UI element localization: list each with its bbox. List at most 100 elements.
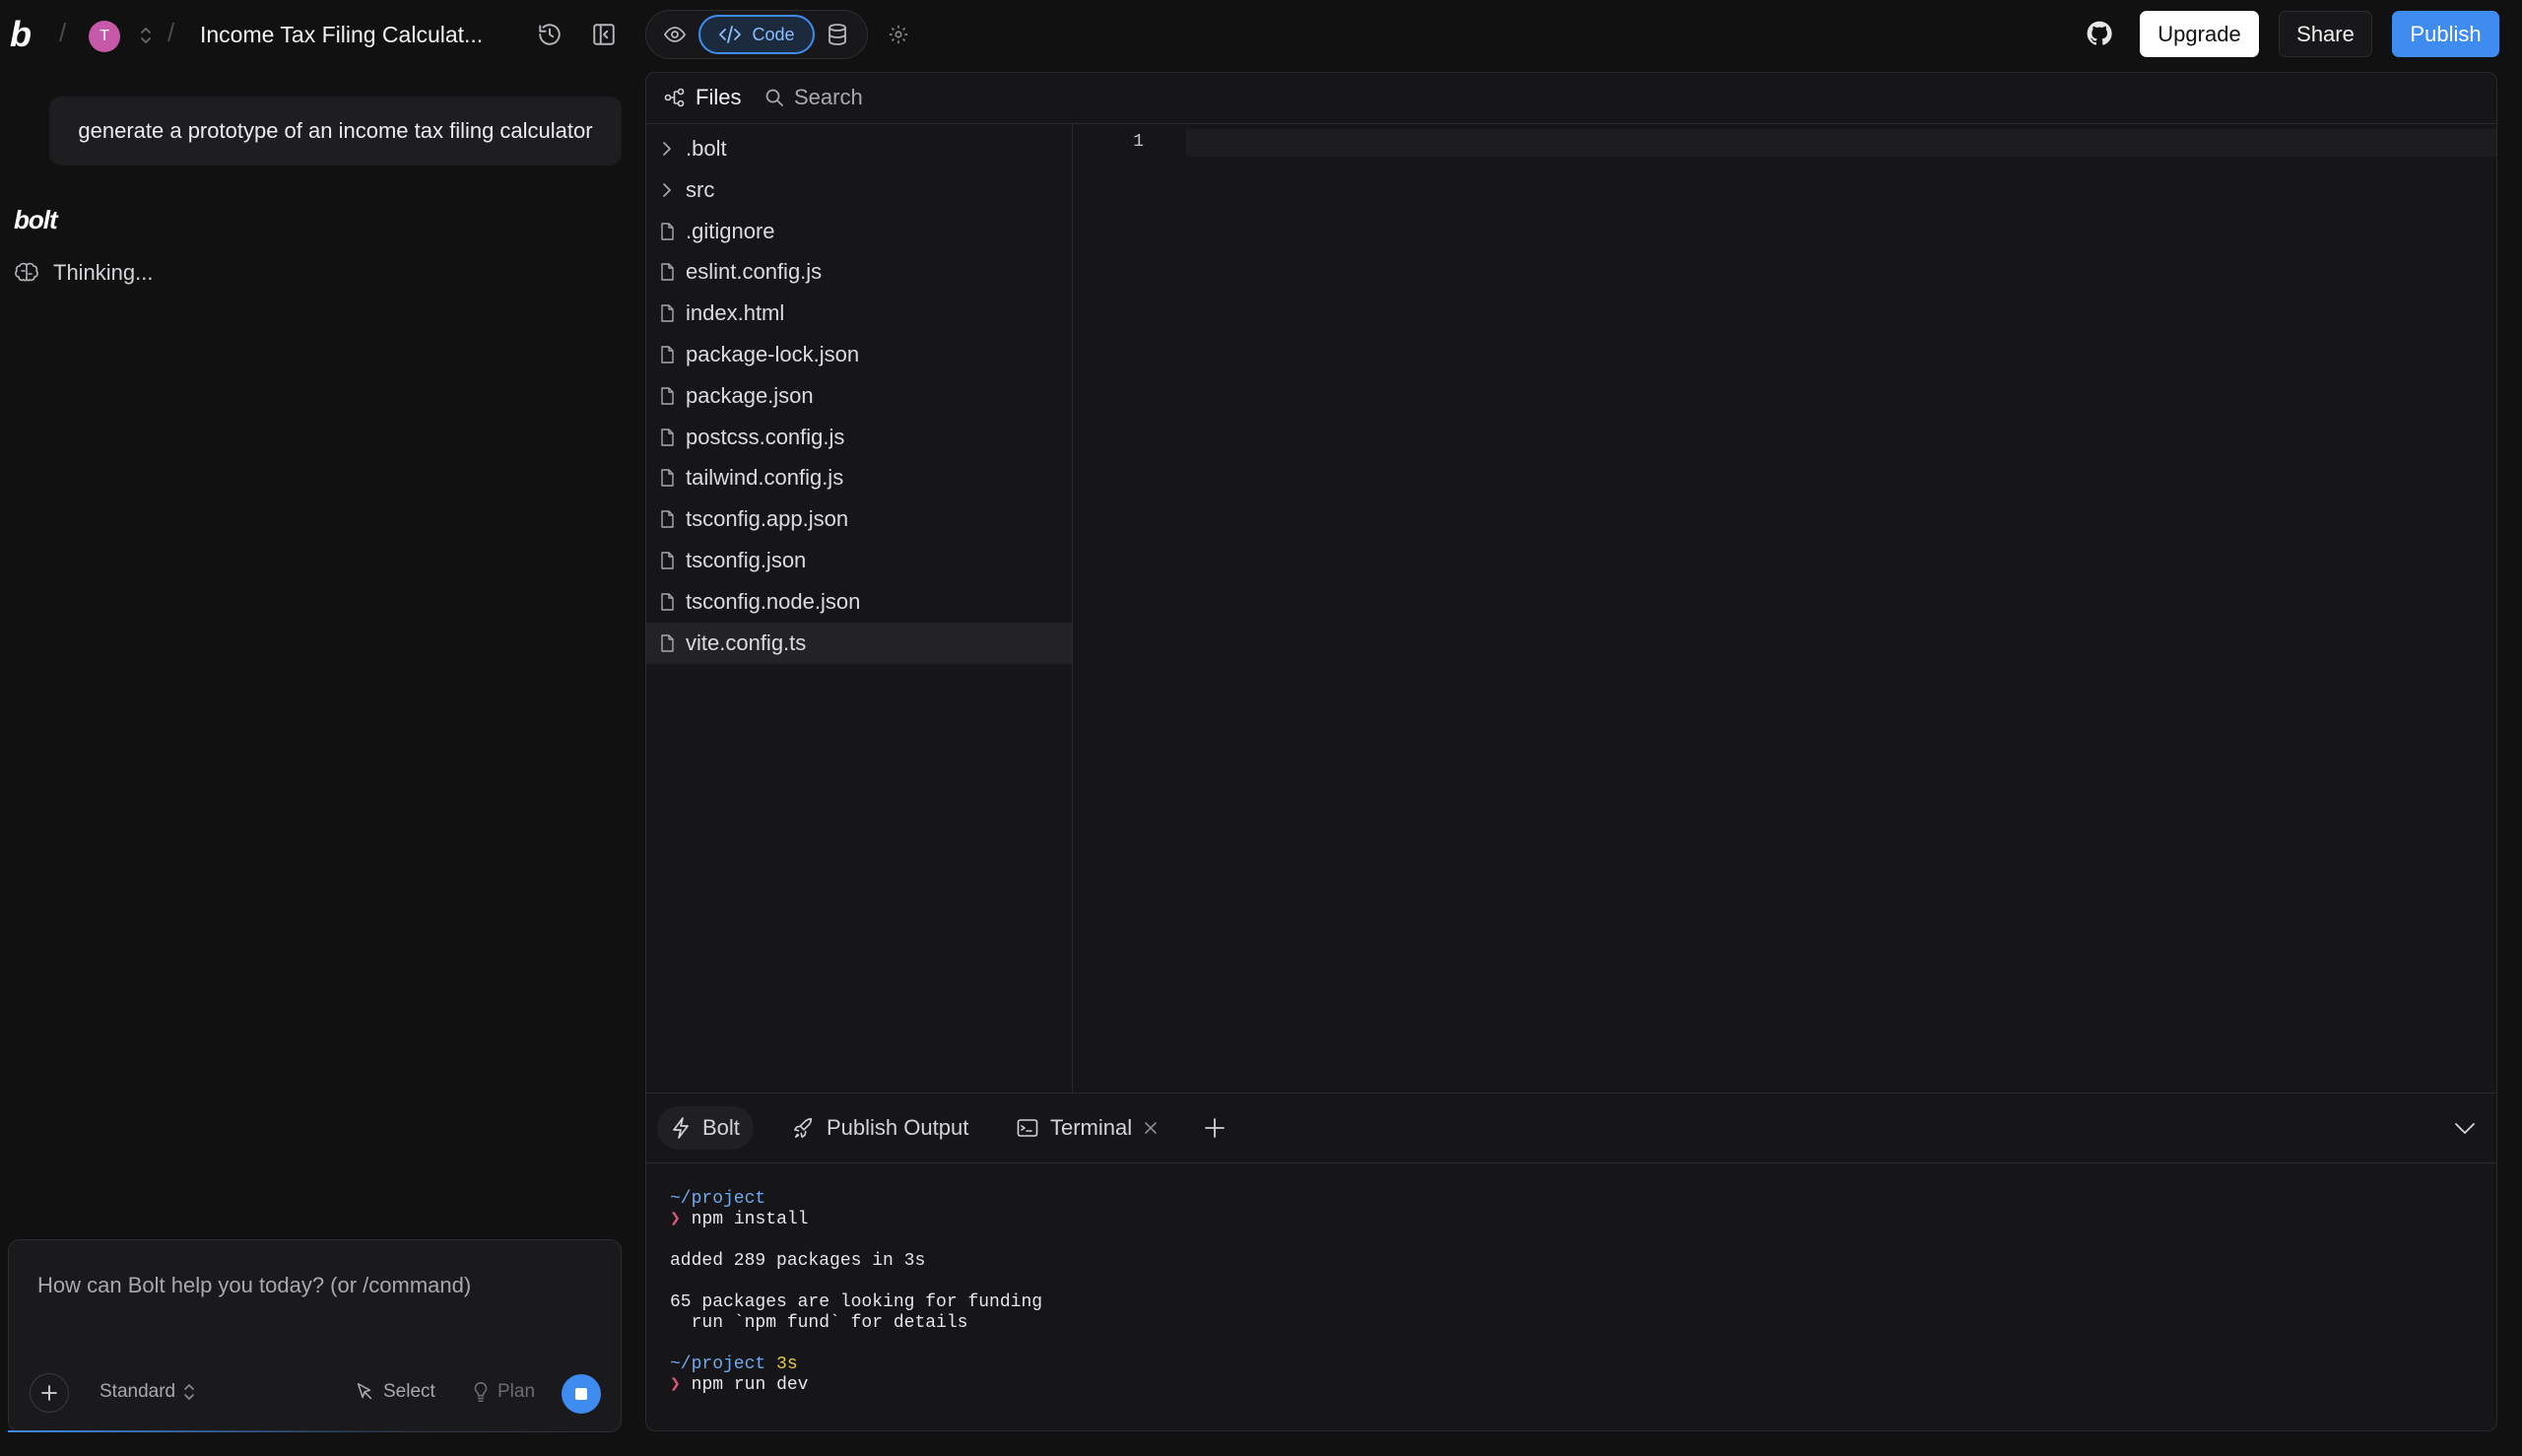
prompt-input[interactable] [37,1271,589,1300]
chevron-right-icon [663,182,671,197]
composer-accent-line [8,1430,622,1432]
terminal-command: npm run dev [691,1375,809,1395]
tree-file[interactable]: package-lock.json [646,334,1072,375]
terminal-duration: 3s [776,1355,798,1374]
tab-search-label: Search [794,85,863,109]
tree-folder[interactable]: src [646,169,1072,211]
plan-button[interactable]: Plan [472,1381,535,1403]
plan-label: Plan [498,1381,536,1402]
breadcrumb-separator: / [167,18,175,47]
terminal-line: run `npm fund` for details [670,1313,968,1333]
terminal-icon [1017,1119,1038,1137]
terminal-command: npm install [691,1210,809,1229]
tree-file[interactable]: tsconfig.node.json [646,581,1072,623]
file-icon [661,222,674,240]
terminal-prompt: ❯ [670,1210,681,1229]
tab-bolt-label: Bolt [702,1115,740,1140]
tree-file[interactable]: postcss.config.js [646,417,1072,458]
file-icon [661,387,674,405]
tree-folder[interactable]: .bolt [646,128,1072,169]
tree-item-label: tsconfig.app.json [686,506,849,532]
close-icon[interactable] [1144,1121,1158,1135]
share-button[interactable]: Share [2279,11,2372,57]
brain-icon [15,262,38,282]
stop-icon [575,1388,587,1400]
code-view-label: Code [752,24,795,44]
terminal-path: ~/project [670,1189,766,1209]
line-number: 1 [1133,132,1144,152]
select-label: Select [383,1381,435,1402]
search-icon [765,89,783,106]
new-terminal-button[interactable] [1199,1112,1230,1144]
mode-selector[interactable]: Standard [100,1381,195,1403]
terminal-path: ~/project [670,1355,766,1374]
tree-item-label: postcss.config.js [686,424,845,449]
tab-publish-output[interactable]: Publish Output [779,1106,982,1150]
stop-generation-button[interactable] [562,1374,601,1414]
tab-terminal-label: Terminal [1050,1115,1133,1140]
tab-files[interactable]: Files [664,85,741,110]
file-tree-icon [664,88,685,107]
history-icon[interactable] [534,19,565,50]
tree-file[interactable]: vite.config.ts [646,622,1072,664]
tree-file[interactable]: package.json [646,375,1072,417]
publish-button[interactable]: Publish [2392,11,2499,57]
tree-item-label: tsconfig.node.json [686,588,861,614]
upgrade-button[interactable]: Upgrade [2140,11,2259,57]
mode-label: Standard [100,1381,176,1402]
bolt-logo-icon[interactable]: b [10,18,41,53]
tab-bolt[interactable]: Bolt [657,1106,754,1150]
tab-publish-output-label: Publish Output [827,1115,969,1140]
tab-files-label: Files [696,85,742,109]
tree-file[interactable]: .gitignore [646,211,1072,252]
file-tree-header [646,73,2496,124]
chevron-up-down-icon [184,1384,194,1400]
file-icon [661,263,674,282]
select-element-button[interactable]: Select [354,1381,435,1403]
tree-file[interactable]: eslint.config.js [646,251,1072,293]
tree-item-label: package.json [686,382,814,408]
cursor-select-icon [357,1382,372,1400]
file-icon [661,346,674,364]
svg-text:b: b [10,18,32,53]
code-icon [719,26,742,43]
tree-item-label: src [686,176,715,202]
add-attachment-button[interactable] [30,1373,69,1413]
tree-item-label: vite.config.ts [686,629,807,655]
terminal-prompt: ❯ [670,1375,681,1395]
project-title[interactable]: Income Tax Filing Calculat... [200,22,483,48]
tab-search[interactable]: Search [764,85,863,110]
tree-file[interactable]: tsconfig.app.json [646,498,1072,540]
avatar[interactable]: T [89,21,120,52]
file-icon [661,593,674,611]
chevron-down-icon[interactable] [2449,1112,2481,1144]
tab-terminal[interactable]: Terminal [1003,1106,1171,1150]
lightbulb-icon [474,1382,488,1402]
code-view-button[interactable]: Code [698,15,815,54]
file-icon [661,510,674,528]
file-tree: .bolt src .gitignore eslint.config.js index.… [646,124,1073,1092]
file-icon [661,428,674,446]
github-icon[interactable] [2084,18,2115,49]
sidebar-toggle-icon[interactable] [588,19,620,50]
rocket-icon [794,1118,813,1138]
tree-item-label: tsconfig.json [686,548,807,572]
tree-file[interactable]: tailwind.config.js [646,457,1072,498]
file-icon [661,304,674,322]
terminal-output[interactable]: ~/project ❯ npm install added 289 packag… [670,1189,1042,1396]
tree-file[interactable]: tsconfig.json [646,540,1072,581]
preview-eye-icon[interactable] [659,19,691,50]
tree-item-label: .gitignore [686,218,775,243]
chevron-up-down-icon[interactable] [138,24,154,47]
settings-gear-icon[interactable] [883,19,914,50]
tree-file[interactable]: index.html [646,293,1072,334]
plus-icon [1205,1118,1225,1138]
breadcrumb-separator: / [59,18,67,47]
tree-item-label: .bolt [686,136,727,161]
plus-icon [41,1385,57,1401]
assistant-name: bolt [14,205,58,234]
prompt-composer [8,1239,622,1432]
database-icon[interactable] [822,19,853,50]
chevron-right-icon [663,142,671,156]
tree-item-label: index.html [686,300,785,326]
